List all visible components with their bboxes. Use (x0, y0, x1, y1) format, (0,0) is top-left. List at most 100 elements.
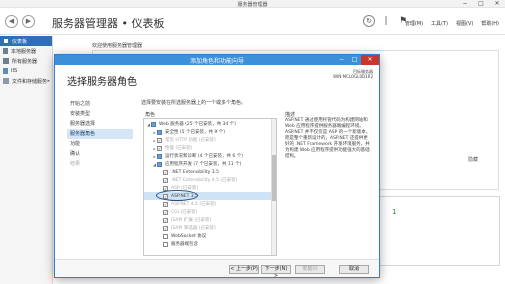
minimize-icon[interactable]: − (461, 0, 469, 8)
window-controls: − □ ✕ (461, 0, 501, 8)
role-label: 常见 HTTP 功能 (已安装) (165, 138, 216, 143)
role-checkbox[interactable] (163, 241, 168, 247)
sidebar-item-local-server[interactable]: 本地服务器 (0, 46, 52, 56)
step-install-type[interactable]: 安装类型 (67, 109, 133, 119)
role-checkbox[interactable] (151, 121, 156, 127)
refresh-icon[interactable]: ↻ (363, 15, 375, 27)
maximize-icon[interactable]: □ (477, 0, 485, 8)
role-checkbox[interactable]: ✓ (157, 145, 162, 151)
role-checkbox[interactable] (157, 161, 162, 167)
install-button[interactable]: 安装(I) (295, 265, 325, 274)
maximize-icon[interactable]: □ (348, 55, 361, 65)
back-icon[interactable]: ◀ (5, 15, 18, 28)
role-checkbox[interactable]: ✓ (163, 217, 168, 223)
previous-button[interactable]: < 上一步(P) (229, 265, 259, 274)
step-features[interactable]: 功能 (67, 139, 133, 149)
menu-help[interactable]: 帮助(H) (481, 20, 499, 27)
tile-count: 1 (392, 208, 397, 216)
role-checkbox[interactable] (163, 233, 168, 239)
wizard-titlebar: 添加角色和功能向导 − □ ✕ (55, 55, 379, 65)
role-checkbox[interactable]: ✓ (163, 177, 168, 183)
roles-tree[interactable]: ◢ Web 服务器 (25 个已安装，共 34 个) ▸ 安全性 (5 个已安装，共 … (143, 118, 277, 256)
roles-header: 角色 (145, 112, 156, 118)
window-title: 服务器管理器 (237, 2, 268, 8)
wizard-steps: 开始之前 安装类型 服务器选择 服务器角色 功能 确认 结果 (67, 99, 133, 169)
menu-view[interactable]: 视图(V) (456, 20, 473, 27)
cancel-button[interactable]: 取消 (339, 265, 369, 274)
role-item[interactable]: WebSocket 协议 (144, 232, 271, 240)
file-storage-icon (3, 78, 9, 84)
role-item[interactable]: ▸ 安全性 (5 个已安装，共 9 个) (144, 128, 271, 136)
role-label: 运行状况和诊断 (4 个已安装，共 6 个) (165, 154, 243, 159)
role-checkbox[interactable]: ✓ (163, 209, 168, 215)
dashboard-icon (3, 38, 9, 44)
role-checkbox[interactable]: ✓ (163, 169, 168, 175)
role-item[interactable]: ▸ ✓ 性能 (已安装) (144, 144, 271, 152)
sidebar: 仪表板 本地服务器 所有服务器 IIS 文件和存储服务 ▸ (0, 36, 53, 284)
step-before-you-begin[interactable]: 开始之前 (67, 99, 133, 109)
sidebar-item-label: 仪表板 (12, 38, 28, 45)
role-item[interactable]: ◢ Web 服务器 (25 个已安装，共 34 个) (144, 120, 271, 128)
role-label: ISAPI 扩展 (已安装) (171, 218, 212, 223)
wizard-footer: < 上一步(P) 下一步(N) > 安装(I) 取消 (55, 259, 379, 279)
hide-link[interactable]: 隐藏 (468, 156, 478, 163)
divider-icon: | (384, 16, 388, 26)
role-item[interactable]: ✓ .NET Extensibility 4.5 (已安装) (144, 176, 271, 184)
close-icon[interactable]: ✕ (493, 0, 501, 8)
role-checkbox[interactable]: ✓ (163, 185, 168, 191)
role-item[interactable]: ✓ ISAPI 扩展 (已安装) (144, 216, 271, 224)
role-label: CGI (已安装) (171, 210, 198, 215)
close-icon[interactable]: ✕ (361, 55, 379, 65)
step-server-roles[interactable]: 服务器角色 (67, 129, 133, 139)
sidebar-item-iis[interactable]: IIS (0, 66, 52, 76)
role-item[interactable]: ✓ CGI (已安装) (144, 208, 271, 216)
sidebar-item-file-storage[interactable]: 文件和存储服务 ▸ (0, 76, 52, 86)
role-checkbox[interactable]: ✓ (157, 137, 162, 143)
role-tile[interactable] (374, 196, 500, 266)
header-icons: ↻ | ⚑ (363, 15, 409, 27)
role-checkbox[interactable]: ✓ (163, 193, 168, 199)
instruction-text: 选择要安装在所选服务器上的一个或多个角色。 (141, 100, 247, 106)
role-item[interactable]: 服务器端包含 (144, 240, 271, 248)
minimize-icon[interactable]: − (335, 55, 348, 65)
sidebar-item-dashboard[interactable]: 仪表板 (0, 36, 52, 46)
role-item-selected[interactable]: ✓ ASP.NET 3.5 (144, 192, 271, 200)
role-checkbox[interactable] (157, 153, 162, 159)
role-label: 安全性 (5 个已安装，共 9 个) (165, 130, 225, 135)
role-item[interactable]: ✓ ASP.NET 4.5 (已安装) (144, 200, 271, 208)
description-header: 描述 (285, 112, 296, 118)
window-titlebar: 服务器管理器 − □ ✕ (0, 0, 505, 8)
sidebar-item-all-servers[interactable]: 所有服务器 (0, 56, 52, 66)
role-label: WebSocket 协议 (171, 234, 207, 239)
page-title: 服务器管理器 • 仪表板 (52, 17, 165, 30)
tree-scrollbar[interactable] (271, 119, 276, 255)
role-item[interactable]: ▸ 运行状况和诊断 (4 个已安装，共 6 个) (144, 152, 271, 160)
role-item[interactable]: ▸ ✓ 常见 HTTP 功能 (已安装) (144, 136, 271, 144)
role-checkbox[interactable] (157, 129, 162, 135)
role-label: 性能 (已安装) (165, 146, 193, 151)
role-item[interactable]: ✓ .NET Extensibility 3.5 (144, 168, 271, 176)
sidebar-item-label: IIS (11, 68, 18, 74)
menu-bar: 管理(M) 工具(T) 视图(V) 帮助(H) (405, 20, 499, 27)
target-server-name: WIN-MCLOGL0D1R2 (333, 74, 373, 79)
welcome-heading: 欢迎使用服务器管理器 (92, 43, 143, 49)
sidebar-item-label: 所有服务器 (12, 58, 38, 65)
role-checkbox[interactable]: ✓ (163, 225, 168, 231)
role-item[interactable]: ◢ 应用程序开发 (7 个已安装，共 11 个) (144, 160, 271, 168)
next-button[interactable]: 下一步(N) > (261, 265, 291, 279)
menu-manage[interactable]: 管理(M) (405, 20, 423, 27)
role-checkbox[interactable]: ✓ (163, 201, 168, 207)
role-label: .NET Extensibility 3.5 (171, 169, 219, 175)
role-label: ASP.NET 4.5 (已安装) (171, 202, 217, 207)
step-confirmation[interactable]: 确认 (67, 149, 133, 159)
chevron-right-icon[interactable]: ▸ (47, 78, 50, 84)
forward-icon[interactable]: ▶ (22, 15, 35, 28)
scrollbar-thumb[interactable] (272, 155, 276, 201)
role-label: ASP.NET 3.5 (171, 193, 198, 199)
menu-tools[interactable]: 工具(T) (431, 20, 448, 27)
role-item[interactable]: ✓ ASP (已安装) (144, 184, 271, 192)
role-item[interactable]: ✓ ISAPI 筛选器 (已安装) (144, 224, 271, 232)
step-server-selection[interactable]: 服务器选择 (67, 119, 133, 129)
role-label: 服务器端包含 (171, 242, 198, 247)
header-bar: ◀ ▶ 服务器管理器 • 仪表板 ↻ | ⚑ 管理(M) 工具(T) 视图(V)… (0, 8, 505, 35)
